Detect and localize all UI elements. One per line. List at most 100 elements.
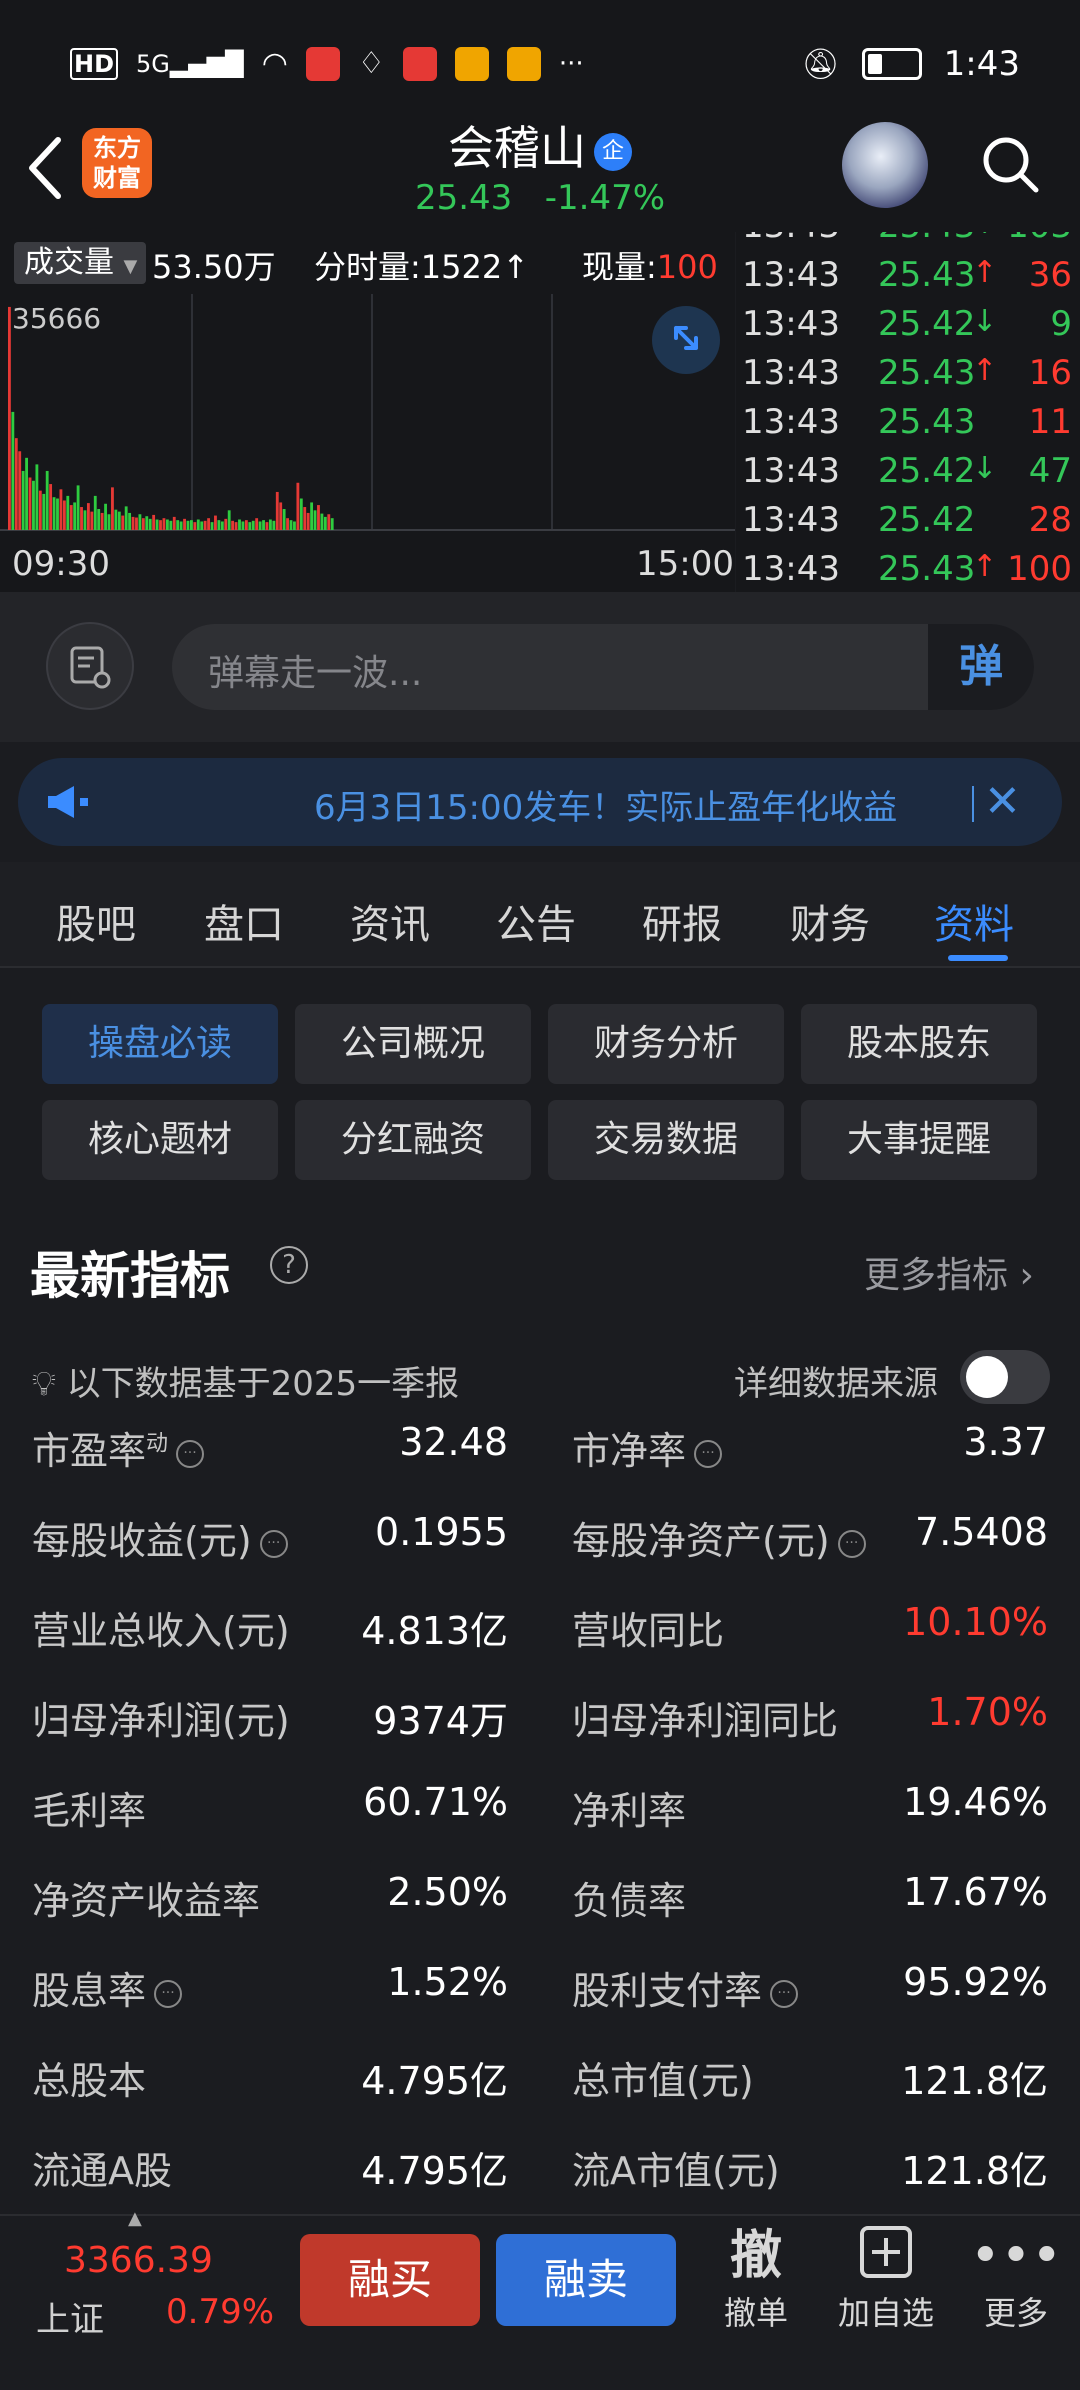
- volume-bar: [299, 498, 303, 530]
- volume-bar: [28, 477, 32, 530]
- index-name[interactable]: 上证: [36, 2292, 104, 2341]
- info-icon[interactable]: ···: [770, 1979, 799, 2008]
- app-notification-icon: [305, 46, 340, 81]
- tick-price: 25.43: [878, 232, 975, 246]
- index-change-pct[interactable]: 0.79%: [166, 2292, 274, 2332]
- tick-time: 13:43: [742, 232, 840, 246]
- tab-6[interactable]: 资料: [934, 892, 1014, 950]
- volume-bar: [313, 510, 317, 530]
- data-source-toggle[interactable]: [960, 1350, 1050, 1404]
- volume-bar: [186, 520, 190, 530]
- tab-1[interactable]: 盘口: [204, 892, 284, 950]
- danmu-send-button[interactable]: 弹: [928, 624, 1034, 710]
- info-icon[interactable]: ···: [837, 1529, 866, 1558]
- subtab-4[interactable]: 核心题材: [42, 1100, 278, 1180]
- cancel-order-label: 撤单: [723, 2294, 788, 2332]
- volume-bar: [111, 487, 114, 530]
- indicator-label-text: 股息率: [32, 1969, 147, 2013]
- tab-4[interactable]: 研报: [642, 892, 722, 950]
- tab-2[interactable]: 资讯: [350, 892, 430, 950]
- more-button[interactable]: ••• 更多: [956, 2224, 1076, 2334]
- index-value[interactable]: 3366.39: [64, 2240, 213, 2281]
- indicator-row: 毛利率 60.71% 净利率 19.46%: [0, 1780, 1080, 1840]
- danmu-settings-button[interactable]: [46, 622, 134, 710]
- volume-bar: [203, 520, 207, 530]
- margin-sell-button[interactable]: 融卖: [496, 2234, 676, 2326]
- tab-0[interactable]: 股吧: [56, 892, 136, 950]
- stock-name: 会稽山: [448, 121, 586, 175]
- volume-bar: [190, 520, 193, 530]
- mute-bell-icon: 🔕︎: [801, 46, 840, 82]
- subtab-1[interactable]: 公司概况: [295, 1004, 531, 1084]
- indicator-dropdown[interactable]: 成交量 ▼: [14, 242, 146, 284]
- volume-bar: [42, 493, 46, 530]
- info-icon[interactable]: ···: [694, 1439, 723, 1468]
- close-icon[interactable]: ✕: [984, 776, 1021, 827]
- add-watchlist-button[interactable]: 加自选: [826, 2224, 946, 2334]
- volume-bar: [282, 509, 286, 530]
- ai-assistant-robot-icon[interactable]: [842, 122, 928, 208]
- volume-bar: [38, 490, 42, 530]
- volume-bar: [241, 521, 245, 530]
- info-icon[interactable]: ···: [259, 1529, 288, 1558]
- tick-arrow: ↑: [972, 549, 998, 584]
- info-icon[interactable]: ···: [176, 1439, 205, 1468]
- section-title: 最新指标: [30, 1247, 230, 1305]
- volume-bar: [155, 519, 159, 530]
- danmu-settings-icon: [70, 646, 111, 689]
- indicator-label-text: 负债率: [572, 1879, 687, 1923]
- indicator-label-text: 净利率: [572, 1789, 687, 1833]
- megaphone-icon: [44, 782, 94, 832]
- subtab-2[interactable]: 财务分析: [548, 1004, 784, 1084]
- volume-bar: [121, 515, 125, 530]
- volume-bar: [317, 505, 320, 530]
- lightbulb-icon: 💡︎: [32, 1364, 56, 1404]
- volume-bar: [255, 518, 259, 530]
- volume-bar: [248, 522, 252, 530]
- volume-bar: [214, 515, 217, 530]
- indicator-value: 19.46%: [903, 1780, 1048, 1824]
- volume-bar: [320, 513, 324, 530]
- volume-bar-chart[interactable]: [0, 294, 735, 544]
- volume-bar: [217, 520, 221, 530]
- indicator-row: 股息率 ··· 1.52% 股利支付率 ··· 95.92%: [0, 1960, 1080, 2020]
- info-icon[interactable]: ···: [154, 1979, 183, 2008]
- subtab-6[interactable]: 交易数据: [548, 1100, 784, 1180]
- subtab-7[interactable]: 大事提醒: [801, 1100, 1037, 1180]
- more-indicators-link[interactable]: 更多指标 ›: [864, 1246, 1034, 1298]
- tick-arrow: ↓: [972, 304, 998, 339]
- tick-time: 13:43: [742, 304, 840, 344]
- announcement-divider: [972, 786, 974, 822]
- add-watchlist-label: 加自选: [837, 2294, 934, 2332]
- indicator-label-text: 流A市值(元): [572, 2149, 780, 2193]
- indicator-value: 4.795亿: [361, 2059, 508, 2103]
- indicator-value: 60.71%: [363, 1780, 508, 1824]
- search-icon[interactable]: [978, 132, 1042, 196]
- subtab-3[interactable]: 股本股东: [801, 1004, 1037, 1084]
- volume-bar: [251, 520, 255, 530]
- volume-bar: [124, 506, 128, 530]
- tab-5[interactable]: 财务: [790, 892, 870, 950]
- subtab-5[interactable]: 分红融资: [295, 1100, 531, 1180]
- expand-chart-button[interactable]: [652, 306, 720, 374]
- subtab-0[interactable]: 操盘必读: [42, 1004, 278, 1084]
- margin-buy-button[interactable]: 融买: [300, 2234, 480, 2326]
- tick-list[interactable]: 13:4325.43↓10313:4325.43↑3613:4325.42↓91…: [736, 232, 1080, 592]
- volume-bar: [35, 464, 39, 530]
- tick-arrow: ↓: [972, 451, 998, 486]
- tick-row: 13:43 25.42 ↓ 9: [736, 304, 1080, 352]
- help-icon[interactable]: ?: [270, 1246, 308, 1284]
- indicator-dropdown-label: 成交量: [24, 245, 114, 280]
- tab-3[interactable]: 公告: [496, 892, 576, 950]
- volume-bar: [179, 521, 183, 530]
- volume-bar: [100, 512, 104, 530]
- cancel-order-button[interactable]: 撤 撤单: [696, 2224, 816, 2334]
- volume-bar: [62, 500, 66, 530]
- announcement-text[interactable]: 6月3日15:00发车！实际止盈年化收益: [314, 780, 960, 829]
- volume-bar: [8, 306, 11, 530]
- tick-volume: 11: [1028, 402, 1072, 442]
- indicator-label-text: 净资产收益率: [32, 1879, 261, 1923]
- indicator-row: 每股收益(元) ··· 0.1955 每股净资产(元) ··· 7.5408: [0, 1510, 1080, 1570]
- volume-bar: [148, 518, 152, 530]
- cancel-order-icon: 撤: [729, 2226, 782, 2286]
